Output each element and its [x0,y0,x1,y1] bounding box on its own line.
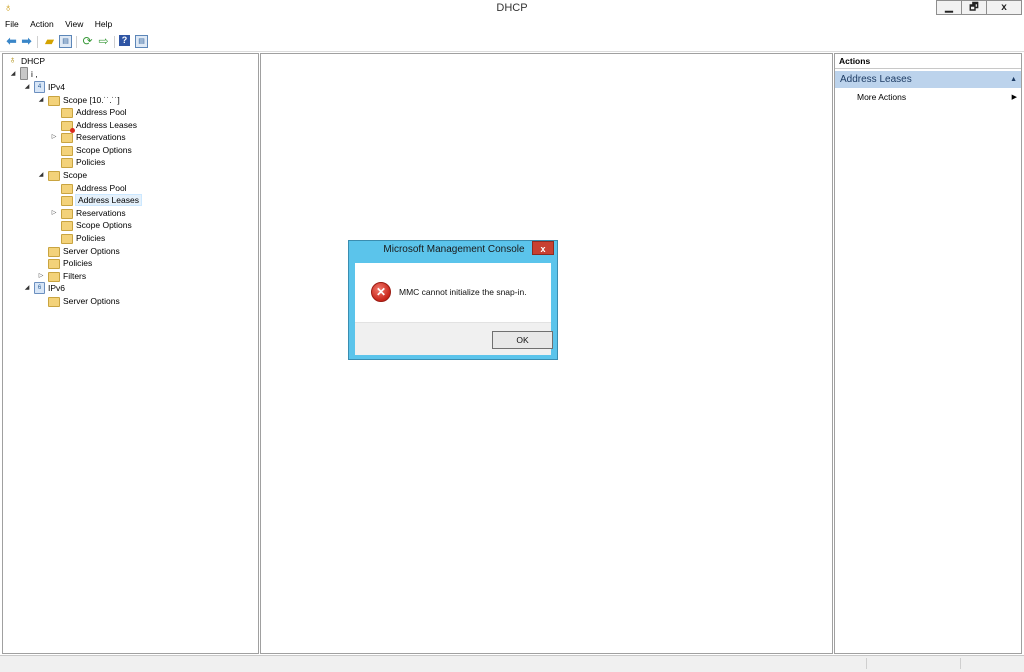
policies-icon [48,258,60,269]
more-actions-item[interactable]: More Actions ▶ [857,91,1017,104]
toolbar-separator [37,36,38,48]
tree-node-address-leases-selected[interactable]: Address Leases [61,194,142,207]
collapse-up-icon[interactable]: ▲ [1010,71,1017,88]
actions-section-label: Address Leases [840,74,912,85]
title-bar: ♁ DHCP ▁ 🗗 x [0,0,1024,18]
address-pool-icon [61,107,73,118]
server-options-icon [48,246,60,257]
submenu-arrow-icon: ▶ [1011,94,1017,101]
expand-arrow-icon[interactable]: ▷ [50,131,58,144]
ok-button[interactable]: OK [492,331,553,349]
status-cell [960,658,961,669]
ipv4-icon: 4 [34,80,45,93]
reservations-icon [61,132,73,143]
dialog-body: ✕ MMC cannot initialize the snap-in. [355,263,551,322]
status-cell [866,658,867,669]
reservations-icon [61,208,73,219]
tree-node-dhcp[interactable]: ♁ DHCP [7,55,45,68]
window-controls: ▁ 🗗 x [936,0,1022,15]
window-title: DHCP [496,2,528,14]
tree-node-address-pool[interactable]: Address Pool [61,106,127,119]
server-options-icon [48,296,60,307]
ipv6-icon: 6 [34,281,45,294]
scope-folder-icon [48,170,60,181]
tree-node-ipv6[interactable]: ◢ 6 IPv6 [25,281,65,295]
tree-node-policies[interactable]: Policies [61,156,105,169]
show-hide-console-tree-icon[interactable]: ▤ [59,35,72,48]
actions-pane: Actions Address Leases ▲ More Actions ▶ [834,53,1022,654]
toolbar-separator [76,36,77,48]
restore-button[interactable]: 🗗 [961,0,987,15]
scope-folder-icon [48,95,60,106]
forward-arrow-icon[interactable]: ➡ [20,35,33,48]
toolbar-separator [114,36,115,48]
menu-bar: File Action View Help [0,17,1024,31]
collapse-arrow-icon[interactable]: ◢ [23,282,31,295]
actions-section-address-leases[interactable]: Address Leases ▲ [835,71,1021,88]
export-list-icon[interactable]: ⇨ [97,35,110,48]
up-folder-icon[interactable]: ▰ [43,35,56,48]
policies-icon [61,157,73,168]
minimize-button[interactable]: ▁ [936,0,962,15]
tree-node-policies[interactable]: Policies [48,257,92,270]
tree-node-scope-2[interactable]: ◢ Scope [39,169,87,182]
toolbar: ⬅ ➡ ▰ ▤ ⟳ ⇨ ? ▤ [0,32,1024,52]
error-icon: ✕ [371,282,391,302]
policies-icon [61,233,73,244]
tree-node-scope-options[interactable]: Scope Options [61,219,132,232]
tree-node-server[interactable]: ◢ i , [11,67,38,81]
address-pool-icon [61,183,73,194]
dhcp-icon: ♁ [8,55,17,67]
address-leases-icon [61,120,75,133]
menu-view[interactable]: View [60,17,87,29]
menu-help[interactable]: Help [90,17,116,29]
scope-options-icon [61,145,73,156]
help-icon[interactable]: ? [119,35,130,46]
close-button[interactable]: x [986,0,1022,15]
more-actions-label: More Actions [857,92,907,102]
status-bar [0,655,1024,672]
properties-icon[interactable]: ▤ [135,35,148,48]
dialog-message: MMC cannot initialize the snap-in. [399,287,527,297]
menu-action[interactable]: Action [25,17,58,29]
tree-node-reservations[interactable]: ▷ Reservations [52,131,126,144]
collapse-arrow-icon[interactable]: ◢ [9,68,17,81]
expand-arrow-icon[interactable]: ▷ [50,207,58,220]
collapse-arrow-icon[interactable]: ◢ [37,94,45,107]
tree-node-policies[interactable]: Policies [61,232,105,245]
tree-node-ipv4[interactable]: ◢ 4 IPv4 [25,80,65,94]
dialog-title: Microsoft Management Console [383,244,525,255]
console-tree[interactable]: ♁ DHCP ◢ i , ◢ 4 IPv4 ◢ Scope [10.˙˙.˙˙] A… [2,53,259,654]
collapse-arrow-icon[interactable]: ◢ [23,81,31,94]
dialog-close-button[interactable]: x [532,241,554,255]
filters-icon [48,271,60,282]
dialog-footer: OK [355,322,553,355]
tree-node-server-options[interactable]: Server Options [48,295,120,308]
scope-options-icon [61,220,73,231]
actions-header: Actions [835,54,1021,69]
server-icon [20,67,28,81]
error-dialog: Microsoft Management Console x ✕ MMC can… [348,240,558,360]
menu-file[interactable]: File [0,17,23,29]
collapse-arrow-icon[interactable]: ◢ [37,169,45,182]
refresh-icon[interactable]: ⟳ [81,35,94,48]
address-leases-icon [61,195,73,206]
back-arrow-icon[interactable]: ⬅ [5,35,18,48]
